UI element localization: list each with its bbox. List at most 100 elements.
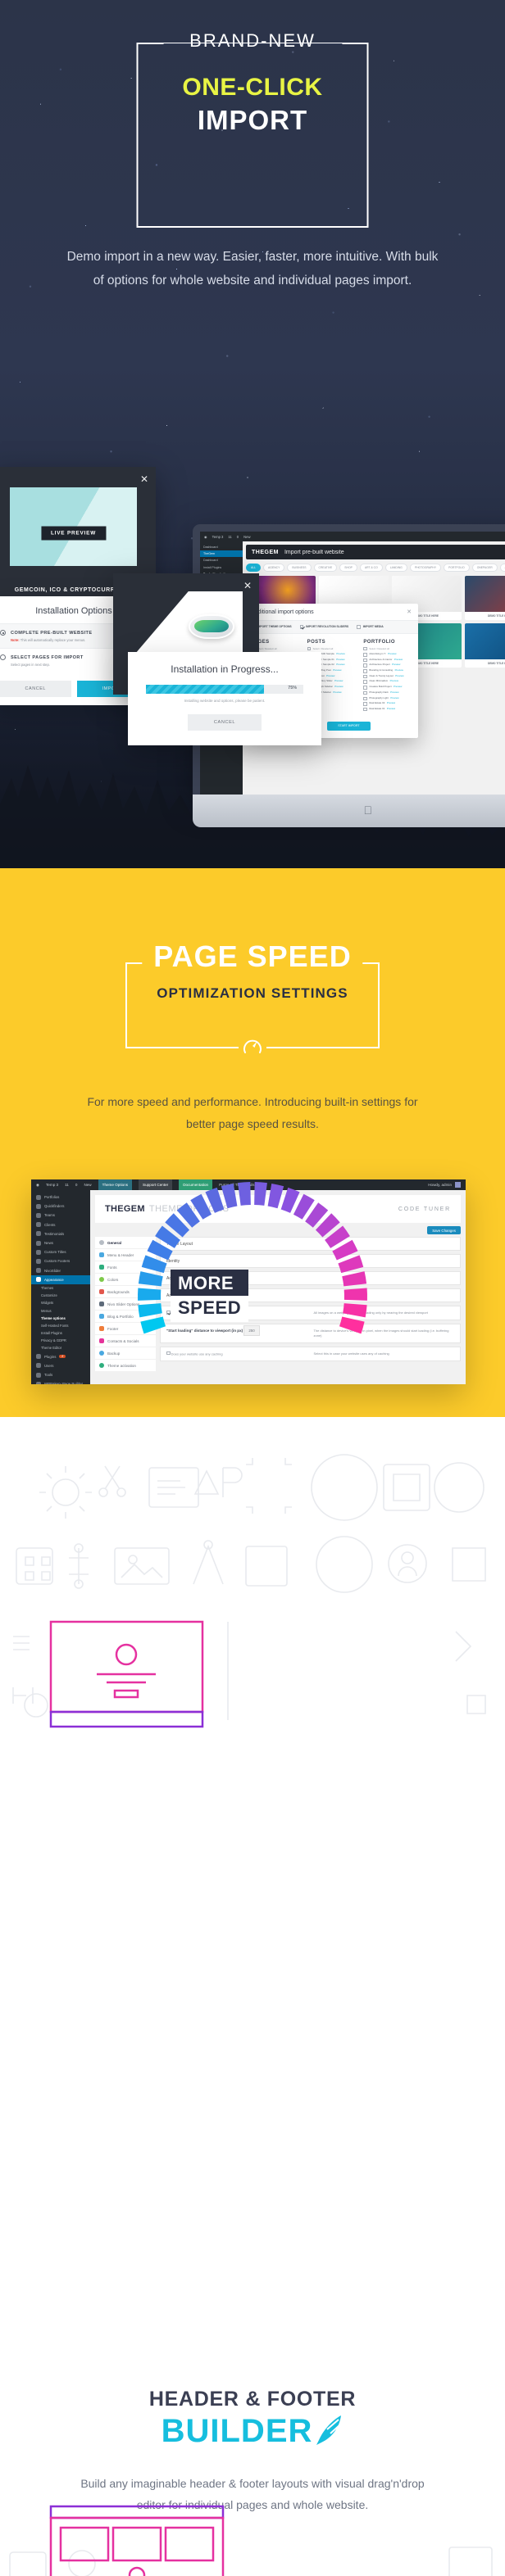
menu-item-footer[interactable]: Footer — [95, 1323, 156, 1335]
sidebar-subitem[interactable]: Customize — [31, 1292, 90, 1299]
menu-item-backup[interactable]: Backup — [95, 1347, 156, 1360]
preview-link[interactable]: Preview — [336, 658, 344, 661]
close-icon[interactable]: ✕ — [243, 580, 252, 591]
list-item[interactable]: Branding & Consulting Preview — [363, 668, 412, 673]
checkbox-icon[interactable] — [299, 625, 304, 629]
live-preview-badge[interactable]: LIVE PREVIEW — [40, 526, 107, 541]
sidebar-item[interactable]: NivoSlider — [31, 1266, 90, 1275]
select-all-toggle[interactable]: Select / Deselect all — [363, 646, 412, 650]
checkbox-icon[interactable] — [363, 669, 367, 673]
checkbox-icon[interactable] — [363, 707, 367, 712]
category-chip[interactable]: ONEPAGER — [471, 564, 498, 573]
save-changes-button[interactable]: Save Changes — [427, 1226, 461, 1234]
sidebar-item[interactable]: Clients — [31, 1220, 90, 1229]
preview-link[interactable]: Preview — [395, 674, 403, 677]
preview-link[interactable]: Preview — [333, 690, 341, 694]
adminbar-updates[interactable]: 11 — [65, 1183, 69, 1187]
theme-options-menu[interactable]: General Menu & Header Fonts Colors Backg… — [95, 1237, 156, 1372]
sidebar-subitem[interactable]: Privacy & GDPR — [31, 1337, 90, 1344]
menu-item-menu-header[interactable]: Menu & Header — [95, 1249, 156, 1261]
sidebar-subitem[interactable]: Themes — [31, 1284, 90, 1292]
preview-link[interactable]: Preview — [387, 707, 395, 710]
sidebar-subitem[interactable]: Menus — [31, 1306, 90, 1314]
preview-link[interactable]: Preview — [334, 685, 343, 688]
sidebar-subitem[interactable]: Self-Hosted Fonts — [31, 1322, 90, 1329]
checkbox-icon[interactable] — [363, 686, 367, 690]
start-import-button[interactable]: START IMPORT — [327, 721, 371, 731]
list-item[interactable]: Photography Dark Preview — [363, 690, 412, 695]
sidebar-item[interactable]: Custom Footers — [31, 1256, 90, 1265]
sidebar-subitem-theme-options[interactable]: Theme options — [31, 1315, 90, 1322]
preview-link[interactable]: Preview — [336, 652, 344, 655]
list-item[interactable]: Creative Bold Project Preview — [363, 685, 412, 690]
category-chip[interactable]: LANDING — [384, 564, 407, 573]
adminbar-purge-cache[interactable]: Purge All Thumbnails Cache — [219, 1183, 266, 1187]
adminbar-site[interactable]: Temp 3 — [212, 535, 224, 539]
category-chip[interactable]: ALL — [246, 564, 262, 573]
menu-item-colors[interactable]: Colors — [95, 1274, 156, 1286]
category-chip[interactable]: SHOP — [339, 564, 357, 573]
list-item[interactable]: Real Estate 02 Preview — [363, 701, 412, 706]
wp-admin-sidebar[interactable]: Portfolios Quickfinders Teams Clients Te… — [31, 1190, 90, 1384]
adminbar-tab-theme-options[interactable]: Theme Options — [98, 1179, 133, 1190]
sidebar-subitem[interactable]: Widgets — [31, 1299, 90, 1306]
adminbar-updates[interactable]: 11 — [228, 535, 231, 539]
category-chip[interactable]: AGENCY — [263, 564, 285, 573]
sidebar-item[interactable]: Custom Titles — [31, 1247, 90, 1256]
adminbar-new[interactable]: New — [243, 535, 250, 539]
preview-link[interactable]: Preview — [390, 679, 398, 682]
checkbox-icon[interactable] — [363, 680, 367, 684]
sidebar-item-plugins[interactable]: Plugins 8 — [31, 1352, 90, 1361]
accordion-row-identity[interactable]: Identity — [160, 1254, 461, 1268]
checkbox-icon[interactable] — [363, 696, 367, 700]
sidebar-item[interactable]: Dashboard — [200, 557, 243, 564]
checkbox-icon[interactable] — [363, 663, 367, 668]
adminbar-tab-documentation[interactable]: Documentation — [179, 1179, 213, 1190]
menu-item-backgrounds[interactable]: Backgrounds — [95, 1286, 156, 1298]
sidebar-item-thegem[interactable]: TheGem — [200, 550, 243, 558]
list-item[interactable]: Real Estate 01 Preview — [363, 707, 412, 712]
category-filter-row[interactable]: ALL AGENCY BUSINESS CREATIVE SHOP ART & … — [246, 564, 505, 573]
demo-tile[interactable]: DEMO TITLE HERE — [465, 623, 505, 668]
preview-link[interactable]: Preview — [387, 701, 395, 704]
checkbox-import-media[interactable]: IMPORT MEDIA — [357, 625, 384, 629]
accordion-row-theme-layout[interactable]: Theme Layout — [160, 1237, 461, 1251]
sidebar-item-tools[interactable]: Tools — [31, 1370, 90, 1379]
preview-link[interactable]: Preview — [388, 652, 396, 655]
checkbox-icon[interactable] — [307, 646, 312, 650]
checkbox-icon[interactable] — [166, 1351, 171, 1356]
checkbox-icon[interactable] — [363, 674, 367, 679]
list-item[interactable]: Architecture & Interior Preview — [363, 658, 412, 663]
checkbox-import-revolution-sliders[interactable]: IMPORT REVOLUTION SLIDERS — [299, 625, 348, 629]
category-chip[interactable]: CREATIVE — [313, 564, 338, 573]
menu-item-theme-activation[interactable]: Theme activation — [95, 1360, 156, 1372]
close-icon[interactable]: ✕ — [407, 609, 412, 615]
checkbox-icon[interactable] — [363, 690, 367, 695]
sidebar-item-appearance[interactable]: Appearance — [31, 1274, 90, 1284]
checkbox-icon[interactable] — [363, 658, 367, 663]
sidebar-item[interactable]: Teams — [31, 1211, 90, 1220]
sidebar-subitem[interactable]: Theme Editor — [31, 1344, 90, 1351]
sidebar-item[interactable]: Portfolios — [31, 1193, 90, 1202]
sidebar-item[interactable]: Dashboard — [200, 544, 243, 550]
cancel-button[interactable]: CANCEL — [188, 714, 262, 731]
menu-item-general[interactable]: General — [95, 1237, 156, 1249]
preview-link[interactable]: Preview — [336, 663, 344, 666]
wp-logo-icon[interactable]: ◉ — [36, 1183, 39, 1188]
sidebar-item[interactable]: Testimonials — [31, 1229, 90, 1238]
checkbox-icon[interactable] — [357, 625, 361, 629]
sidebar-item-users[interactable]: Users — [31, 1361, 90, 1370]
list-item[interactable]: Architecture Project Preview — [363, 663, 412, 668]
list-item[interactable]: Photography Light Preview — [363, 696, 412, 700]
checkbox-icon[interactable] — [363, 653, 367, 657]
demo-tile[interactable]: DEMO TITLE HERE — [465, 576, 505, 621]
list-item[interactable]: Clean & Trendy Layout Preview — [363, 674, 412, 679]
preview-link[interactable]: Preview — [392, 663, 400, 666]
checkbox-icon[interactable] — [166, 1311, 171, 1315]
cancel-button[interactable]: CANCEL — [0, 681, 71, 697]
list-item[interactable]: Clean Minimalism Preview — [363, 679, 412, 684]
checkbox-icon[interactable] — [363, 646, 367, 650]
preview-link[interactable]: Preview — [390, 690, 398, 694]
category-chip[interactable]: ART & CO — [359, 564, 383, 573]
preview-link[interactable]: Preview — [395, 668, 403, 672]
